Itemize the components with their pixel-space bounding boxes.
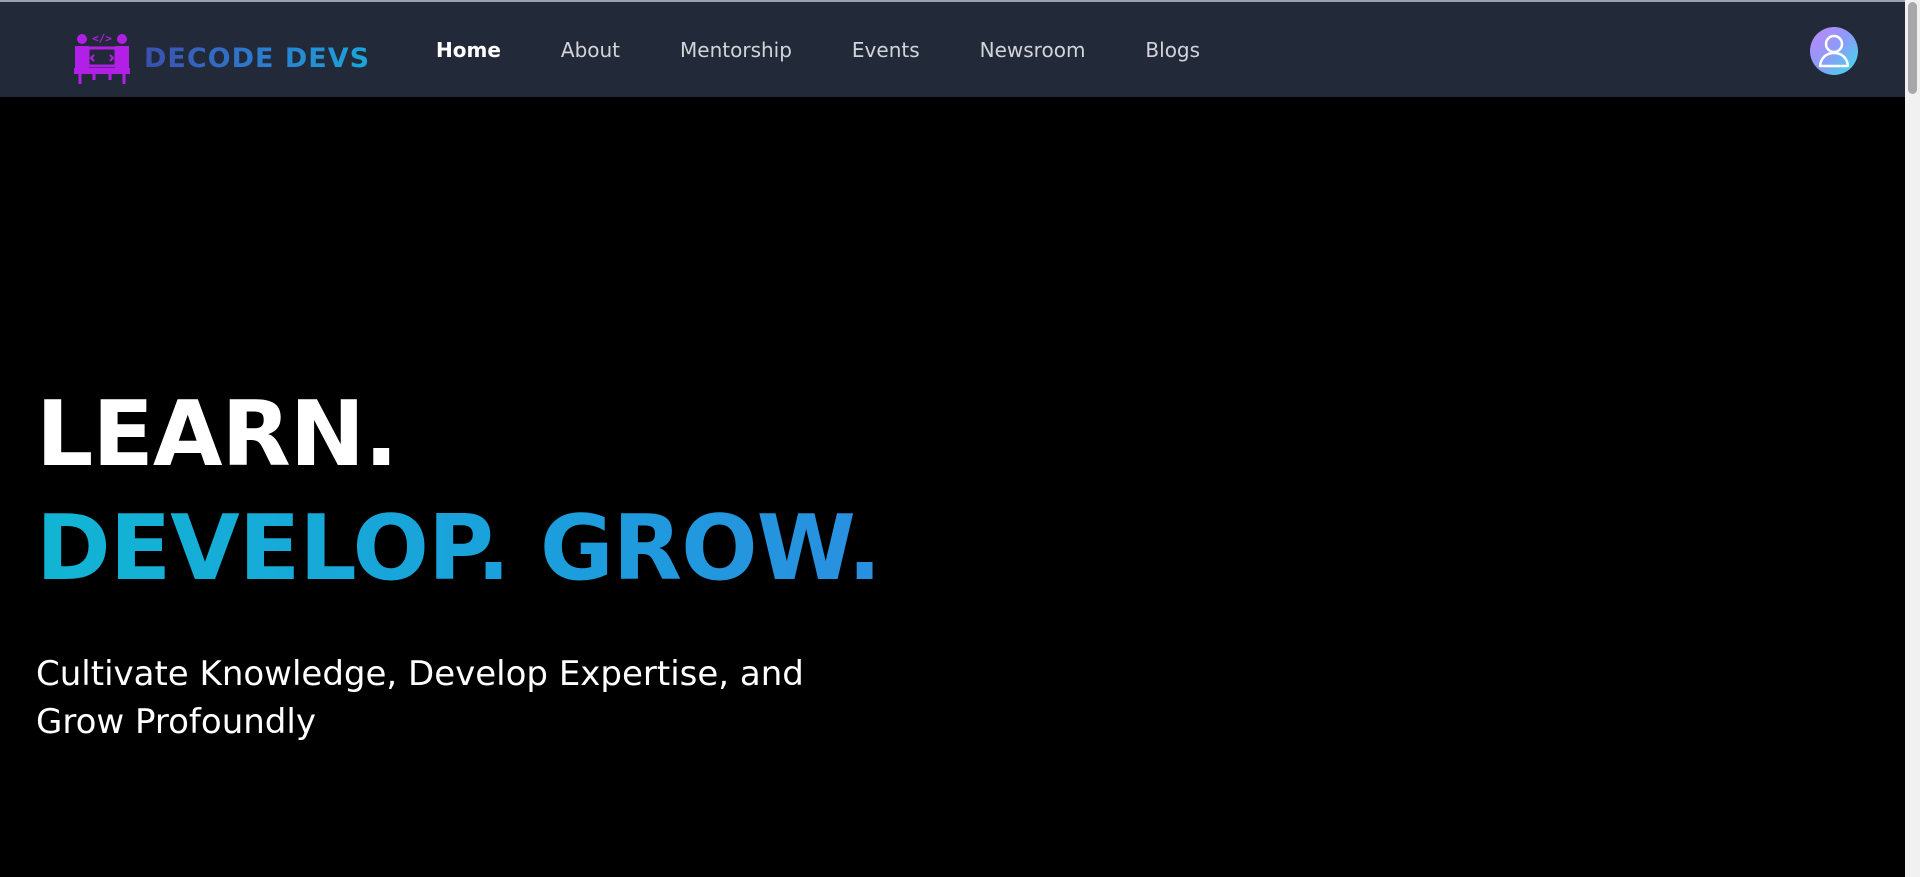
- page: </> DECODE DEVS Home About Mentorship Ev…: [0, 0, 1920, 877]
- nav-about[interactable]: About: [561, 38, 620, 62]
- brand-logo-link[interactable]: </> DECODE DEVS: [72, 30, 370, 86]
- hero-headline-develop-grow: DEVELOP. GROW.: [36, 490, 882, 608]
- user-avatar-button[interactable]: [1810, 27, 1858, 75]
- nav-newsroom[interactable]: Newsroom: [980, 38, 1086, 62]
- brand-name: DECODE DEVS: [144, 42, 371, 74]
- code-glyph: </>: [92, 32, 112, 45]
- navbar: </> DECODE DEVS Home About Mentorship Ev…: [0, 2, 1905, 97]
- nav-events[interactable]: Events: [852, 38, 920, 62]
- hero-section: LEARN. DEVELOP. GROW. Cultivate Knowledg…: [36, 380, 882, 780]
- user-avatar-icon: [1818, 34, 1850, 68]
- two-developers-laptop-icon: </>: [72, 30, 132, 86]
- hero-subtitle: Cultivate Knowledge, Develop Expertise, …: [36, 654, 804, 742]
- scrollbar-thumb[interactable]: [1908, 2, 1917, 94]
- nav-blogs[interactable]: Blogs: [1145, 38, 1200, 62]
- nav-mentorship[interactable]: Mentorship: [680, 38, 792, 62]
- vertical-scrollbar[interactable]: [1905, 0, 1920, 877]
- main-navigation: Home About Mentorship Events Newsroom Bl…: [436, 2, 1260, 97]
- hero-headline-learn: LEARN.: [36, 382, 398, 487]
- nav-home[interactable]: Home: [436, 38, 501, 62]
